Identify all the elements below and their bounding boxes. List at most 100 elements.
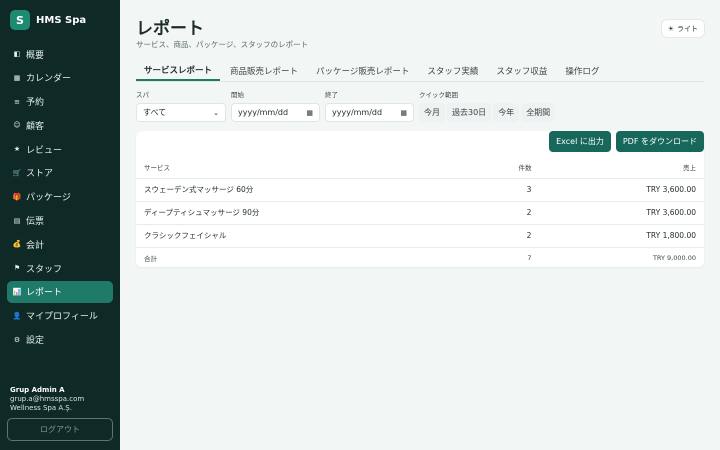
calendar-icon[interactable]: ▦: [306, 109, 313, 117]
table-total-row: 合計 7 TRY 9,000.00: [136, 246, 704, 268]
sidebar-item-label: 伝票: [26, 217, 45, 228]
brand-logo: S: [10, 10, 30, 30]
star-icon: ★: [13, 145, 21, 154]
gift-icon: 🎁: [12, 192, 22, 201]
end-date-placeholder: yyyy/mm/dd: [332, 108, 383, 117]
theme-label: ライト: [677, 24, 698, 33]
sidebar-item-settings[interactable]: ⚙ 設定: [7, 329, 113, 351]
calendar-icon: ▦: [13, 73, 21, 82]
filter-end: 終了 yyyy/mm/dd ▦: [325, 89, 414, 122]
sidebar-item-overview[interactable]: ◧ 概要: [7, 43, 113, 65]
sidebar-item-accounting[interactable]: 💰 会計: [7, 233, 113, 255]
column-header-count[interactable]: 件数: [469, 156, 538, 179]
sidebar-item-reviews[interactable]: ★ レビュー: [7, 138, 113, 160]
sidebar-nav: ◧ 概要 ▦ カレンダー ≡ 予約 ☺ 顧客 ★ レビュー 🛒 ストア 🎁 パッケージ ▤ 伝票 💰 会計 ⚑ スタッ…: [0, 43, 120, 351]
tab-3[interactable]: スタッフ実績: [419, 60, 486, 81]
table-body: スウェーデン式マッサージ 60分 3 TRY 3,600.00 ディープティシュマッサ…: [136, 178, 704, 248]
export-excel-button[interactable]: Excel に出力: [549, 131, 611, 152]
sidebar-item-label: スタッフ: [26, 264, 63, 275]
sidebar-item-label: 設定: [26, 336, 45, 347]
sidebar-item-label: カレンダー: [26, 74, 72, 85]
quick-range-button[interactable]: 全期間: [521, 103, 556, 122]
user-info: Grup Admin A grup.a@hmsspa.com Wellness …: [10, 386, 84, 412]
cell-service: スウェーデン式マッサージ 60分: [136, 178, 470, 202]
service-report-table: サービス 件数 売上 スウェーデン式マッサージ 60分 3 TRY 3,600.00…: [136, 156, 704, 268]
start-date-placeholder: yyyy/mm/dd: [238, 108, 289, 117]
filters: スパ すべて ⌄ 開始 yyyy/mm/dd ▦ 終了 yyyy/mm/dd ▦…: [136, 89, 562, 122]
sidebar-item-reports[interactable]: 📊 レポート: [7, 280, 113, 303]
sidebar-item-label: 予約: [26, 98, 45, 109]
cell-revenue: TRY 3,600.00: [537, 201, 704, 225]
sidebar-item-label: レポート: [26, 288, 63, 299]
receipt-icon: ▤: [13, 216, 21, 225]
filter-start: 開始 yyyy/mm/dd ▦: [231, 89, 320, 122]
cell-count: 2: [469, 224, 538, 248]
money-bag-icon: 💰: [12, 240, 22, 249]
gear-icon: ⚙: [13, 335, 21, 344]
quick-range-buttons: 今月 過去30日 今年 全期間: [419, 103, 557, 122]
spa-select[interactable]: すべて ⌄: [136, 103, 226, 122]
start-label: 開始: [231, 91, 244, 99]
filter-quick-range: クイック範囲 今月 過去30日 今年 全期間: [419, 89, 557, 122]
column-header-revenue[interactable]: 売上: [537, 156, 704, 179]
spa-select-value: すべて: [143, 108, 167, 117]
sidebar-item-label: マイプロフィール: [26, 312, 98, 323]
table-header-row: サービス 件数 売上: [136, 156, 704, 179]
theme-toggle-button[interactable]: ☀ ライト: [661, 20, 704, 37]
sidebar-item-calendar[interactable]: ▦ カレンダー: [7, 67, 113, 89]
tab-2[interactable]: パッケージ販売レポート: [308, 60, 417, 81]
end-label: 終了: [325, 91, 338, 99]
download-pdf-button[interactable]: PDF をダウンロード: [615, 131, 704, 152]
tab-0[interactable]: サービスレポート: [136, 60, 221, 81]
sidebar-item-label: 顧客: [26, 121, 45, 132]
user-name: Grup Admin A: [10, 386, 65, 394]
quick-range-label: クイック範囲: [419, 91, 458, 99]
sidebar-item-label: 概要: [26, 50, 45, 61]
brand[interactable]: S HMS Spa: [0, 0, 120, 40]
chart-icon: ◧: [13, 50, 21, 58]
cart-icon: 🛒: [12, 168, 22, 177]
sidebar-item-packages[interactable]: 🎁 パッケージ: [7, 186, 113, 208]
table-row[interactable]: クラシックフェイシャル 2 TRY 1,800.00: [136, 224, 704, 248]
user-circle-icon: ☺: [13, 121, 21, 130]
table-row[interactable]: ディープティシュマッサージ 90分 2 TRY 3,600.00: [136, 201, 704, 225]
calendar-icon[interactable]: ▦: [400, 109, 407, 117]
user-company: Wellness Spa A.Ş.: [10, 404, 72, 412]
quick-range-button[interactable]: 今月: [419, 103, 445, 122]
cell-count: 3: [469, 178, 538, 202]
start-date-input[interactable]: yyyy/mm/dd ▦: [231, 103, 320, 122]
sidebar-item-label: ストア: [26, 169, 54, 180]
column-header-service[interactable]: サービス: [136, 156, 470, 179]
sidebar-item-customers[interactable]: ☺ 顧客: [7, 114, 113, 136]
list-icon: ≡: [14, 97, 20, 106]
flag-icon: ⚑: [13, 264, 21, 273]
brand-name: HMS Spa: [36, 14, 87, 26]
sidebar-item-reservation[interactable]: ≡ 予約: [7, 91, 113, 113]
filter-spa: スパ すべて ⌄: [136, 89, 226, 122]
sidebar-item-staff[interactable]: ⚑ スタッフ: [7, 257, 113, 279]
export-actions: Excel に出力 PDF をダウンロード: [544, 131, 704, 152]
logout-button[interactable]: ログアウト: [7, 418, 113, 441]
sidebar-item-store[interactable]: 🛒 ストア: [7, 162, 113, 184]
sidebar-item-label: 会計: [26, 240, 45, 251]
tab-4[interactable]: スタッフ収益: [488, 60, 555, 81]
sidebar-item-invoices[interactable]: ▤ 伝票: [7, 210, 113, 232]
tab-1[interactable]: 商品販売レポート: [222, 60, 306, 81]
report-tabs: サービスレポート 商品販売レポート パッケージ販売レポート スタッフ実績 スタッフ収益操…: [136, 60, 704, 82]
cell-revenue: TRY 3,600.00: [537, 178, 704, 202]
quick-range-button[interactable]: 過去30日: [447, 103, 492, 122]
total-revenue: TRY 9,000.00: [537, 246, 704, 268]
main-content: レポート サービス、商品、パッケージ、スタッフのレポート ☀ ライト サービスレ…: [120, 0, 720, 450]
user-email: grup.a@hmsspa.com: [10, 395, 85, 403]
cell-service: ディープティシュマッサージ 90分: [136, 201, 470, 225]
table-row[interactable]: スウェーデン式マッサージ 60分 3 TRY 3,600.00: [136, 178, 704, 202]
sidebar: S HMS Spa ◧ 概要 ▦ カレンダー ≡ 予約 ☺ 顧客 ★ レビュー 🛒 ストア 🎁 パッケージ…: [0, 0, 120, 450]
report-icon: 📊: [12, 287, 22, 296]
end-date-input[interactable]: yyyy/mm/dd ▦: [325, 103, 414, 122]
sidebar-item-label: パッケージ: [26, 193, 71, 204]
quick-range-button[interactable]: 今年: [493, 103, 520, 122]
page-title: レポート: [136, 19, 204, 39]
report-card: Excel に出力 PDF をダウンロード サービス 件数 売上 スウェーデン式…: [136, 131, 704, 268]
tab-5[interactable]: 操作ログ: [557, 60, 607, 81]
sidebar-item-profile[interactable]: 👤 マイプロフィール: [7, 305, 113, 327]
